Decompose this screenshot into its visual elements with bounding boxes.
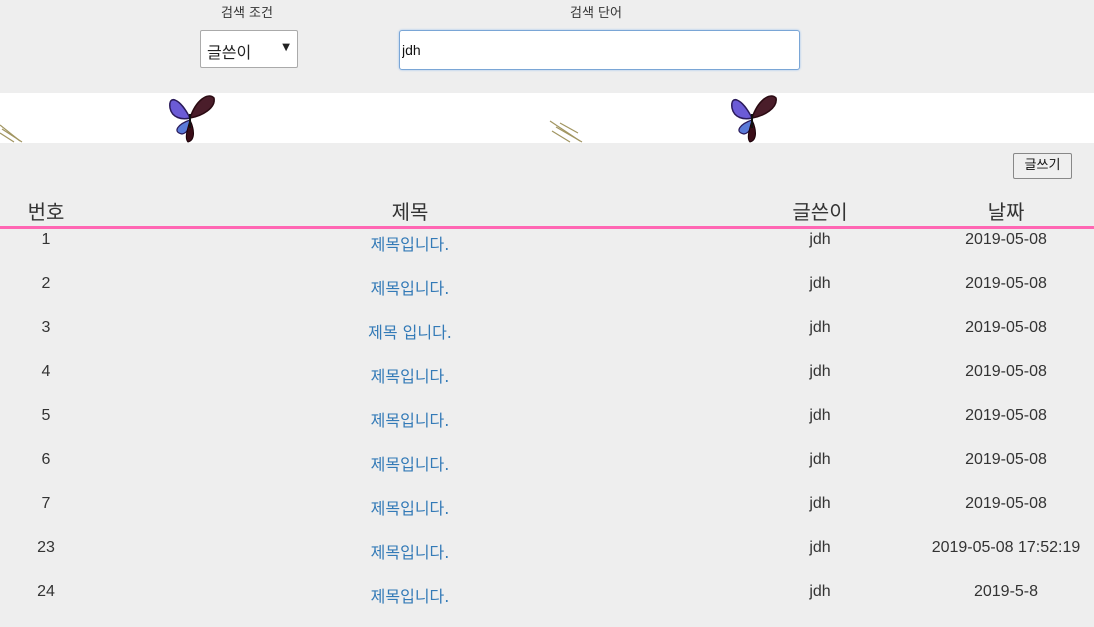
search-keyword-label: 검색 단어 (570, 6, 622, 21)
butterfly-banner (0, 93, 1094, 143)
search-area: 검색 조건 검색 단어 글쓴이 ▼ (0, 0, 1094, 93)
table-row: 1 제목입니다. jdh 2019-05-08 (0, 231, 1094, 275)
search-condition-label: 검색 조건 (221, 6, 273, 21)
cell-date: 2019-05-08 (965, 451, 1047, 468)
post-title-link[interactable]: 제목입니다. (310, 363, 510, 387)
table-row: 24 제목입니다. jdh 2019-5-8 (0, 583, 1094, 627)
cell-date: 2019-05-08 (965, 495, 1047, 512)
cell-no: 6 (41, 451, 51, 468)
table-row: 7 제목입니다. jdh 2019-05-08 (0, 495, 1094, 539)
cell-no: 3 (41, 319, 51, 336)
cell-date: 2019-05-08 (965, 407, 1047, 424)
post-title-link[interactable]: 제목입니다. (310, 407, 510, 431)
cell-no: 24 (37, 583, 55, 600)
cell-date: 2019-05-08 17:52:19 (931, 539, 1081, 556)
header-author: 글쓴이 (792, 200, 848, 224)
cell-author: jdh (809, 275, 831, 292)
cell-no: 4 (41, 363, 51, 380)
header-title: 제목 (391, 200, 429, 224)
cell-no: 23 (37, 539, 55, 556)
post-title-link[interactable]: 제목입니다. (310, 451, 510, 475)
post-title-link[interactable]: 제목입니다. (310, 231, 510, 255)
cell-date: 2019-05-08 (965, 231, 1047, 248)
cell-no: 7 (41, 495, 51, 512)
cell-date: 2019-05-08 (965, 275, 1047, 292)
cell-date: 2019-05-08 (965, 363, 1047, 380)
post-title-link[interactable]: 제목입니다. (310, 539, 510, 563)
cell-author: jdh (809, 451, 831, 468)
cell-no: 5 (41, 407, 51, 424)
post-title-link[interactable]: 제목입니다. (310, 583, 510, 607)
header-divider (0, 226, 1094, 229)
post-title-link[interactable]: 제목입니다. (310, 495, 510, 519)
cell-author: jdh (809, 363, 831, 380)
table-row: 6 제목입니다. jdh 2019-05-08 (0, 451, 1094, 495)
write-button[interactable]: 글쓰기 (1013, 153, 1072, 179)
table-row: 23 제목입니다. jdh 2019-05-08 17:52:19 (0, 539, 1094, 583)
header-no: 번호 (27, 200, 65, 224)
cell-author: jdh (809, 319, 831, 336)
cell-no: 2 (41, 275, 51, 292)
table-row: 3 제목 입니다. jdh 2019-05-08 (0, 319, 1094, 363)
search-condition-value: 글쓴이 (207, 43, 252, 62)
table-row: 2 제목입니다. jdh 2019-05-08 (0, 275, 1094, 319)
cell-author: jdh (809, 407, 831, 424)
table-row: 5 제목입니다. jdh 2019-05-08 (0, 407, 1094, 451)
cell-author: jdh (809, 583, 831, 600)
header-date: 날짜 (987, 200, 1025, 224)
cell-date: 2019-5-8 (973, 583, 1039, 600)
cell-author: jdh (809, 495, 831, 512)
post-title-link[interactable]: 제목입니다. (310, 275, 510, 299)
cell-author: jdh (809, 539, 831, 556)
search-keyword-input[interactable] (399, 30, 800, 70)
dropdown-arrow-icon: ▼ (282, 42, 290, 53)
cell-author: jdh (809, 231, 831, 248)
search-condition-select[interactable]: 글쓴이 ▼ (200, 30, 298, 68)
butterfly-icon (0, 95, 777, 143)
cell-no: 1 (41, 231, 51, 248)
table-row: 4 제목입니다. jdh 2019-05-08 (0, 363, 1094, 407)
cell-date: 2019-05-08 (965, 319, 1047, 336)
post-title-link[interactable]: 제목 입니다. (310, 319, 510, 343)
